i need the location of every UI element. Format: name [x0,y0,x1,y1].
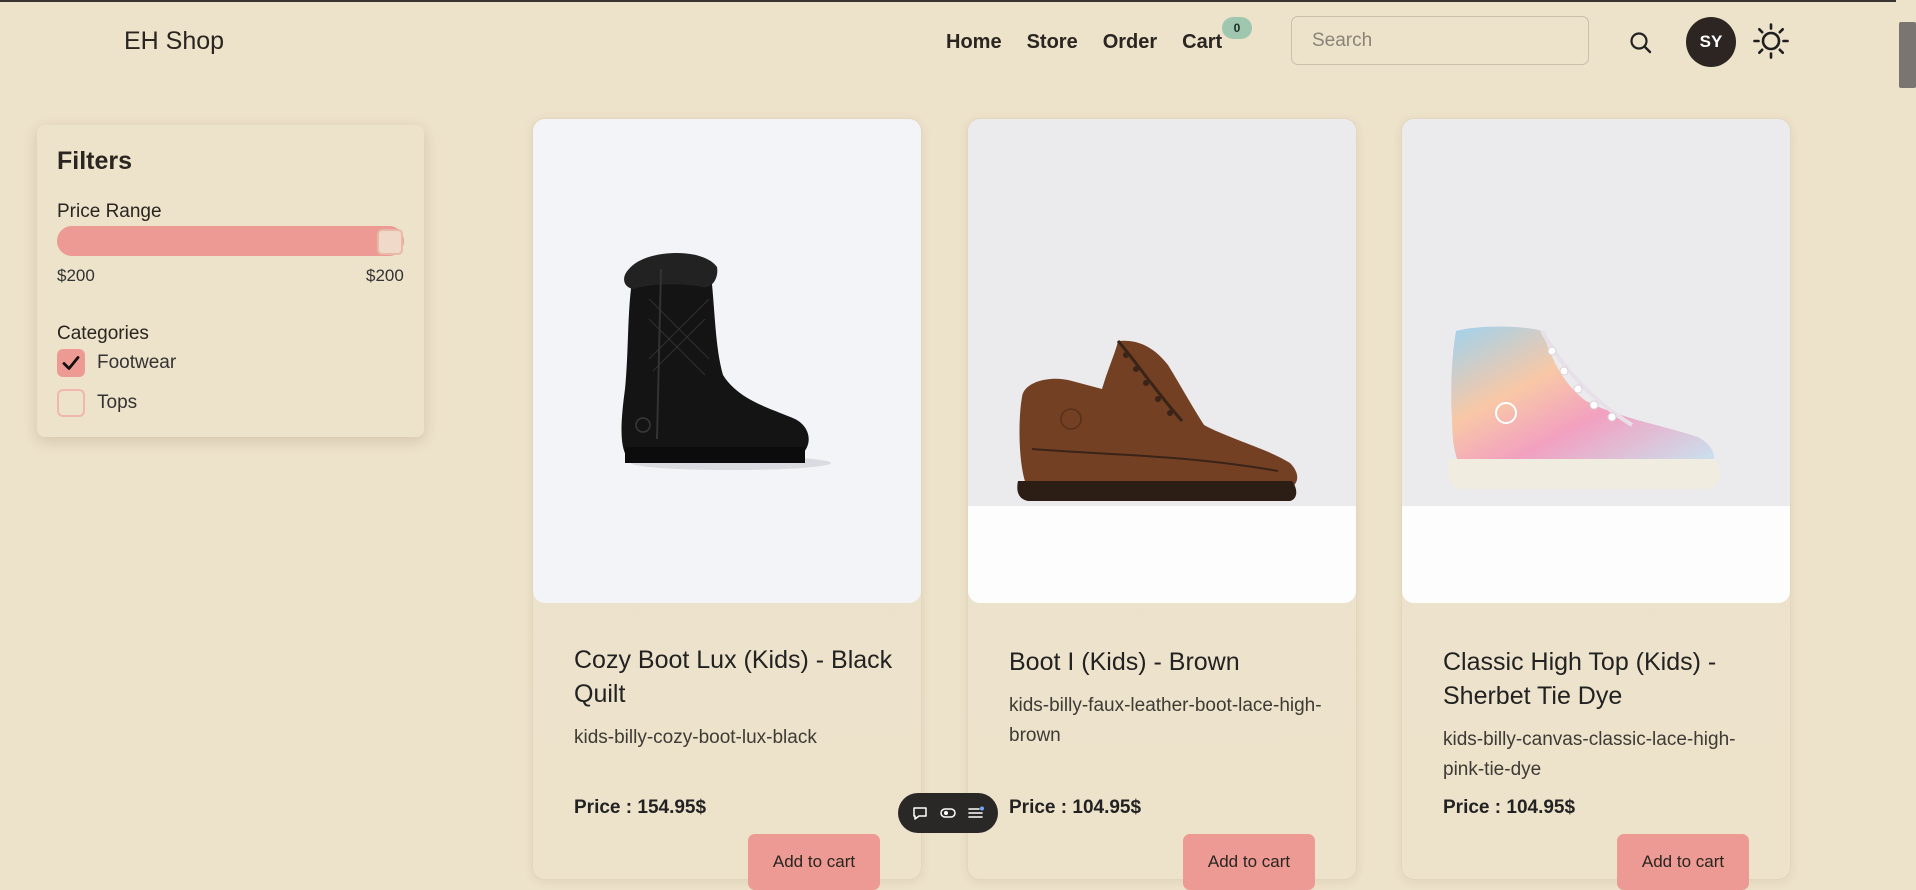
search-input[interactable] [1291,16,1589,65]
nav-cart[interactable]: Cart [1182,31,1222,54]
price-range-max: $200 [366,266,404,285]
price-range-label: Price Range [57,201,162,222]
chat-bubble-icon[interactable] [909,802,931,824]
page-scrollbar[interactable] [1896,0,1916,867]
scrollbar-thumb[interactable] [1899,22,1916,88]
category-tops[interactable]: Tops [57,389,137,417]
price-range-thumb[interactable] [377,229,403,255]
price-prefix: Price : [574,797,638,818]
category-label: Tops [97,392,138,413]
price-value: 104.95$ [1506,797,1576,818]
search-icon[interactable] [1626,28,1656,58]
product-card: Cozy Boot Lux (Kids) - Black Quilt kids-… [533,119,921,890]
add-to-cart-button[interactable]: Add to cart [1183,834,1315,890]
product-card: Boot I (Kids) - Brown kids-billy-faux-le… [968,119,1356,890]
product-image[interactable] [1402,119,1790,603]
window-top-border [0,0,1916,2]
user-avatar[interactable]: SY [1686,17,1736,67]
filters-panel: Filters Price Range $200 $200 Categories… [37,125,424,437]
product-slug: kids-billy-canvas-classic-lace-high-pink… [1443,729,1736,780]
nav-store[interactable]: Store [1027,31,1078,54]
list-settings-icon[interactable] [965,802,987,824]
product-price: Price : 154.95$ [574,797,706,819]
price-prefix: Price : [1443,797,1507,818]
price-prefix: Price : [1009,797,1073,818]
categories-label: Categories [57,323,149,344]
toggle-icon[interactable] [937,802,959,824]
nav-home[interactable]: Home [946,31,1002,54]
product-card: Classic High Top (Kids) - Sherbet Tie Dy… [1402,119,1790,890]
product-image[interactable] [533,119,921,603]
filters-title: Filters [57,147,133,175]
footwear-checkbox[interactable] [57,349,85,377]
cart-count-badge: 0 [1222,17,1252,39]
check-icon [62,356,80,370]
floating-toolbar [898,793,998,833]
product-image[interactable] [968,119,1356,603]
product-slug: kids-billy-cozy-boot-lux-black [574,727,817,748]
nav-order[interactable]: Order [1103,31,1157,54]
price-range-min: $200 [57,266,95,285]
product-price: Price : 104.95$ [1009,797,1141,819]
category-label: Footwear [97,352,177,373]
product-slug: kids-billy-faux-leather-boot-lace-high-b… [1009,695,1322,746]
category-footwear[interactable]: Footwear [57,349,176,377]
main-nav: Home Store Order Cart [946,31,1247,54]
add-to-cart-button[interactable]: Add to cart [748,834,880,890]
product-price: Price : 104.95$ [1443,797,1575,819]
add-to-cart-button[interactable]: Add to cart [1617,834,1749,890]
product-title[interactable]: Boot I (Kids) - Brown [1009,645,1329,679]
sun-theme-icon[interactable] [1752,22,1790,60]
product-title[interactable]: Cozy Boot Lux (Kids) - Black Quilt [574,643,894,711]
price-value: 154.95$ [637,797,707,818]
brand-logo[interactable]: EH Shop [124,27,224,56]
product-title[interactable]: Classic High Top (Kids) - Sherbet Tie Dy… [1443,645,1763,713]
tops-checkbox[interactable] [57,389,85,417]
price-value: 104.95$ [1072,797,1142,818]
price-range-slider[interactable] [57,226,404,256]
